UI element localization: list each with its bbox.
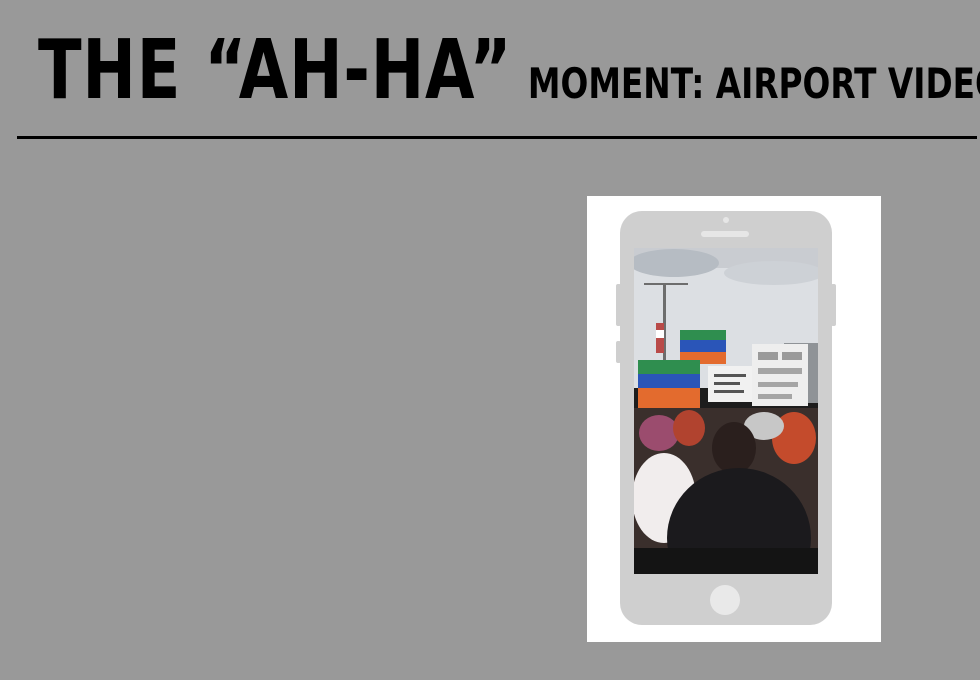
person xyxy=(673,410,705,446)
phone-speaker xyxy=(701,231,749,237)
foreground xyxy=(634,548,818,574)
sign-scribble xyxy=(758,394,792,399)
person-hood xyxy=(639,415,679,451)
protest-sign-stripe xyxy=(680,340,726,352)
light-arm xyxy=(644,283,666,285)
sign-scribble xyxy=(714,390,744,393)
smartphone-icon xyxy=(620,211,832,625)
sign-scribble xyxy=(782,352,802,360)
protest-sign-stripe xyxy=(638,388,700,408)
video-player[interactable] xyxy=(634,248,818,574)
sign-scribble xyxy=(714,382,740,385)
person-head xyxy=(712,422,756,474)
light-arm xyxy=(666,283,688,285)
title-divider xyxy=(17,136,977,139)
title-sub: MOMENT: AIRPORT VIDEOS xyxy=(527,59,980,108)
title-main: THE “AH-HA” xyxy=(38,23,513,118)
sign-scribble xyxy=(758,368,802,374)
home-button-icon xyxy=(710,585,740,615)
sign-scribble xyxy=(714,374,746,377)
slide-title: THE “AH-HA” MOMENT: AIRPORT VIDEOS xyxy=(38,30,980,112)
protest-sign-stripe xyxy=(638,374,700,388)
sign-scribble xyxy=(758,352,778,360)
slide: THE “AH-HA” MOMENT: AIRPORT VIDEOS xyxy=(0,0,980,680)
flag-stripe xyxy=(656,330,664,338)
protest-video-frame xyxy=(634,248,818,574)
sign-scribble xyxy=(758,382,798,387)
video-card xyxy=(587,196,881,642)
phone-camera xyxy=(723,217,729,223)
